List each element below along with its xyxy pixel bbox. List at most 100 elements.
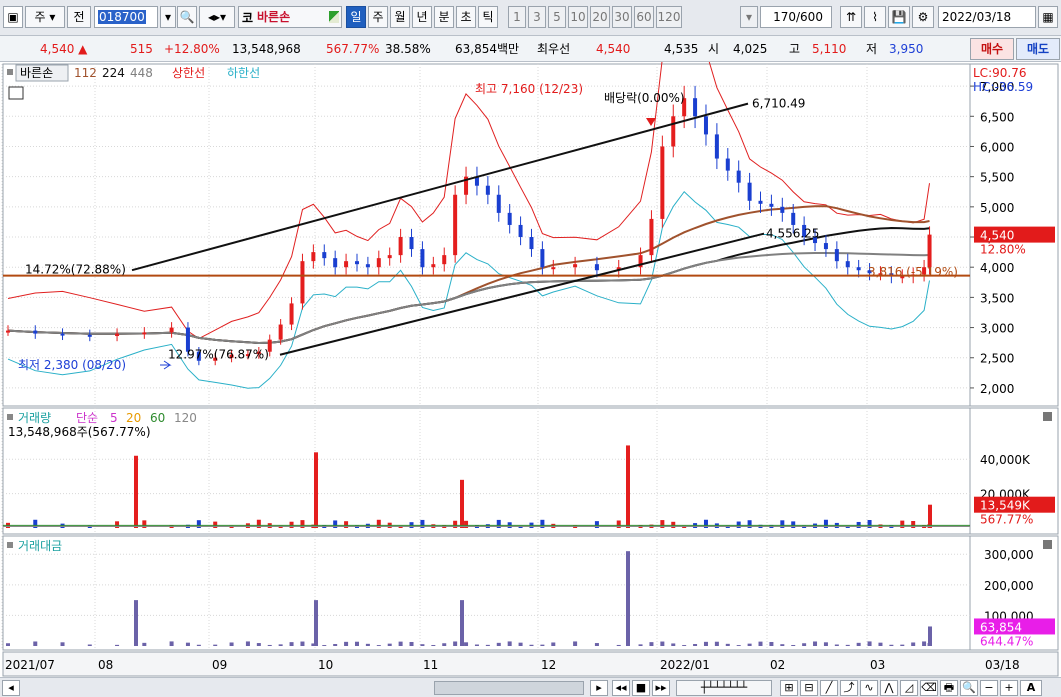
split-icon[interactable]: ⊟ bbox=[800, 680, 818, 696]
draw-line-icon[interactable]: ╱ bbox=[820, 680, 838, 696]
amount-bar bbox=[213, 644, 218, 646]
erase-icon[interactable]: ⌫ bbox=[920, 680, 938, 696]
amount-bar bbox=[267, 644, 272, 646]
interval-button-10[interactable]: 10 bbox=[568, 6, 588, 28]
prev-button[interactable]: 전 bbox=[67, 6, 91, 28]
amount-bar bbox=[845, 644, 850, 646]
compare-icon[interactable]: ⇈ bbox=[840, 6, 862, 28]
rewind-icon[interactable]: ◂◂ bbox=[612, 680, 630, 696]
interval-button-120[interactable]: 120 bbox=[656, 6, 682, 28]
font-size-icon[interactable]: A bbox=[1020, 680, 1042, 696]
stock-code-input[interactable]: 018700 bbox=[94, 6, 158, 28]
play-icon[interactable]: ▸▸ bbox=[652, 680, 670, 696]
candle bbox=[703, 116, 708, 135]
search-icon[interactable]: 🔍 bbox=[177, 6, 197, 28]
period-button-4[interactable]: 분 bbox=[434, 6, 454, 28]
volume-ma-legend-60: 60 bbox=[150, 411, 165, 425]
period-button-5[interactable]: 초 bbox=[456, 6, 476, 28]
amount-bar bbox=[442, 643, 447, 646]
amount-last-label: 63,854 bbox=[980, 620, 1022, 634]
buy-button[interactable]: 매수 bbox=[970, 38, 1014, 60]
sell-button[interactable]: 매도 bbox=[1016, 38, 1060, 60]
print-icon[interactable]: 🖶 bbox=[940, 680, 958, 696]
period-button-1[interactable]: 주 bbox=[368, 6, 388, 28]
best-ask: 4,540 bbox=[596, 42, 631, 56]
candle bbox=[747, 182, 752, 201]
stock-name-field[interactable]: 코 바른손 bbox=[238, 6, 342, 28]
chart-scrollbar[interactable]: ◂ ▸ ◂◂ ■ ▸▸ ┼┴┴┴┴┴┴ ⊞ ⊟ ╱ ⤴ ∿ ⋀ ◿ ⌫ 🖶 🔍 … bbox=[0, 677, 1061, 697]
amount-bar bbox=[33, 641, 38, 646]
candle bbox=[791, 212, 796, 225]
gear-icon[interactable]: ⚙ bbox=[912, 6, 934, 28]
amount-bar bbox=[6, 643, 10, 646]
fib-icon[interactable]: ⋀ bbox=[880, 680, 898, 696]
candle bbox=[529, 237, 534, 250]
amount-bar bbox=[638, 644, 643, 646]
calendar-icon[interactable]: ▦ bbox=[1038, 6, 1058, 28]
market-select[interactable]: 주 ▾ bbox=[25, 6, 65, 28]
period-button-2[interactable]: 월 bbox=[390, 6, 410, 28]
amount-bar bbox=[856, 642, 861, 646]
date-tick-label: 12 bbox=[541, 658, 556, 672]
candle bbox=[289, 303, 294, 325]
scroll-thumb[interactable] bbox=[434, 681, 584, 695]
count-dropdown-icon[interactable]: ▾ bbox=[740, 6, 758, 28]
best-bid: 4,535 bbox=[664, 42, 699, 56]
amount-bar bbox=[649, 642, 654, 646]
amount-bar bbox=[398, 641, 403, 646]
market-code-mark: 코 bbox=[242, 11, 254, 25]
interval-button-1[interactable]: 1 bbox=[508, 6, 526, 28]
save-icon[interactable]: 💾 bbox=[888, 6, 910, 28]
zoom-slider[interactable]: ┼┴┴┴┴┴┴ bbox=[676, 680, 772, 696]
price-tick-label: 6,500 bbox=[980, 110, 1014, 124]
scroll-right-icon[interactable]: ▸ bbox=[590, 680, 608, 696]
interval-button-30[interactable]: 30 bbox=[612, 6, 632, 28]
interval-button-20[interactable]: 20 bbox=[590, 6, 610, 28]
ma-legend-224: 224 bbox=[102, 66, 125, 80]
amount-bar bbox=[693, 644, 698, 646]
zoom-out-icon[interactable]: − bbox=[980, 680, 998, 696]
cycle-icon[interactable]: ◿ bbox=[900, 680, 918, 696]
interval-button-60[interactable]: 60 bbox=[634, 6, 654, 28]
draw-wave-icon[interactable]: ∿ bbox=[860, 680, 878, 696]
price-chart[interactable]: 7,0006,5006,0005,5005,0004,5004,0003,500… bbox=[0, 62, 1061, 680]
amount-bar bbox=[660, 641, 665, 646]
amount-bar bbox=[769, 641, 774, 646]
price-tick-label: 2,000 bbox=[980, 382, 1014, 396]
stop-icon[interactable]: ■ bbox=[632, 680, 650, 696]
period-button-6[interactable]: 틱 bbox=[478, 6, 498, 28]
zoom-in-icon[interactable]: + bbox=[1000, 680, 1018, 696]
interval-button-5[interactable]: 5 bbox=[548, 6, 566, 28]
count-input[interactable]: 170/600 bbox=[760, 6, 832, 28]
volume-spike-bar bbox=[134, 455, 138, 528]
period-button-3[interactable]: 년 bbox=[412, 6, 432, 28]
date-tick-label: 11 bbox=[423, 658, 438, 672]
volume-bar bbox=[736, 521, 741, 528]
candle bbox=[169, 327, 174, 333]
candle bbox=[671, 116, 676, 147]
layout-icon[interactable]: ⊞ bbox=[780, 680, 798, 696]
date-input[interactable]: 2022/03/18 bbox=[938, 6, 1036, 28]
amount-bar bbox=[594, 643, 599, 646]
amount-bar bbox=[507, 641, 512, 646]
quote-bar: 4,540 ▲ 515 +12.80% 13,548,968 567.77% 3… bbox=[0, 36, 1061, 62]
scroll-left-icon[interactable]: ◂ bbox=[2, 680, 20, 696]
lower-band-legend: 하한선 bbox=[227, 66, 260, 80]
zoom-icon[interactable]: 🔍 bbox=[960, 680, 978, 696]
date-tick-label: 2021/07 bbox=[5, 658, 55, 672]
code-dropdown-icon[interactable]: ▾ bbox=[160, 6, 176, 28]
high-label: 고 bbox=[789, 42, 801, 56]
history-nav-icon[interactable]: ◂▸▾ bbox=[199, 6, 235, 28]
candle bbox=[780, 206, 785, 213]
interval-button-3[interactable]: 3 bbox=[528, 6, 546, 28]
price-tick-label: 5,000 bbox=[980, 201, 1014, 215]
amount-bar bbox=[256, 643, 261, 646]
chart-area[interactable]: 7,0006,5006,0005,5005,0004,5004,0003,500… bbox=[0, 62, 1061, 680]
pattern-icon[interactable]: ⌇ bbox=[864, 6, 886, 28]
amount-bar bbox=[142, 642, 147, 646]
window-menu-icon[interactable]: ▣ bbox=[3, 6, 23, 28]
volume-ma-legend-20: 20 bbox=[126, 411, 141, 425]
period-button-0[interactable]: 일 bbox=[346, 6, 366, 28]
draw-tool-icon[interactable]: ⤴ bbox=[840, 680, 858, 696]
amount-bar bbox=[725, 643, 730, 646]
